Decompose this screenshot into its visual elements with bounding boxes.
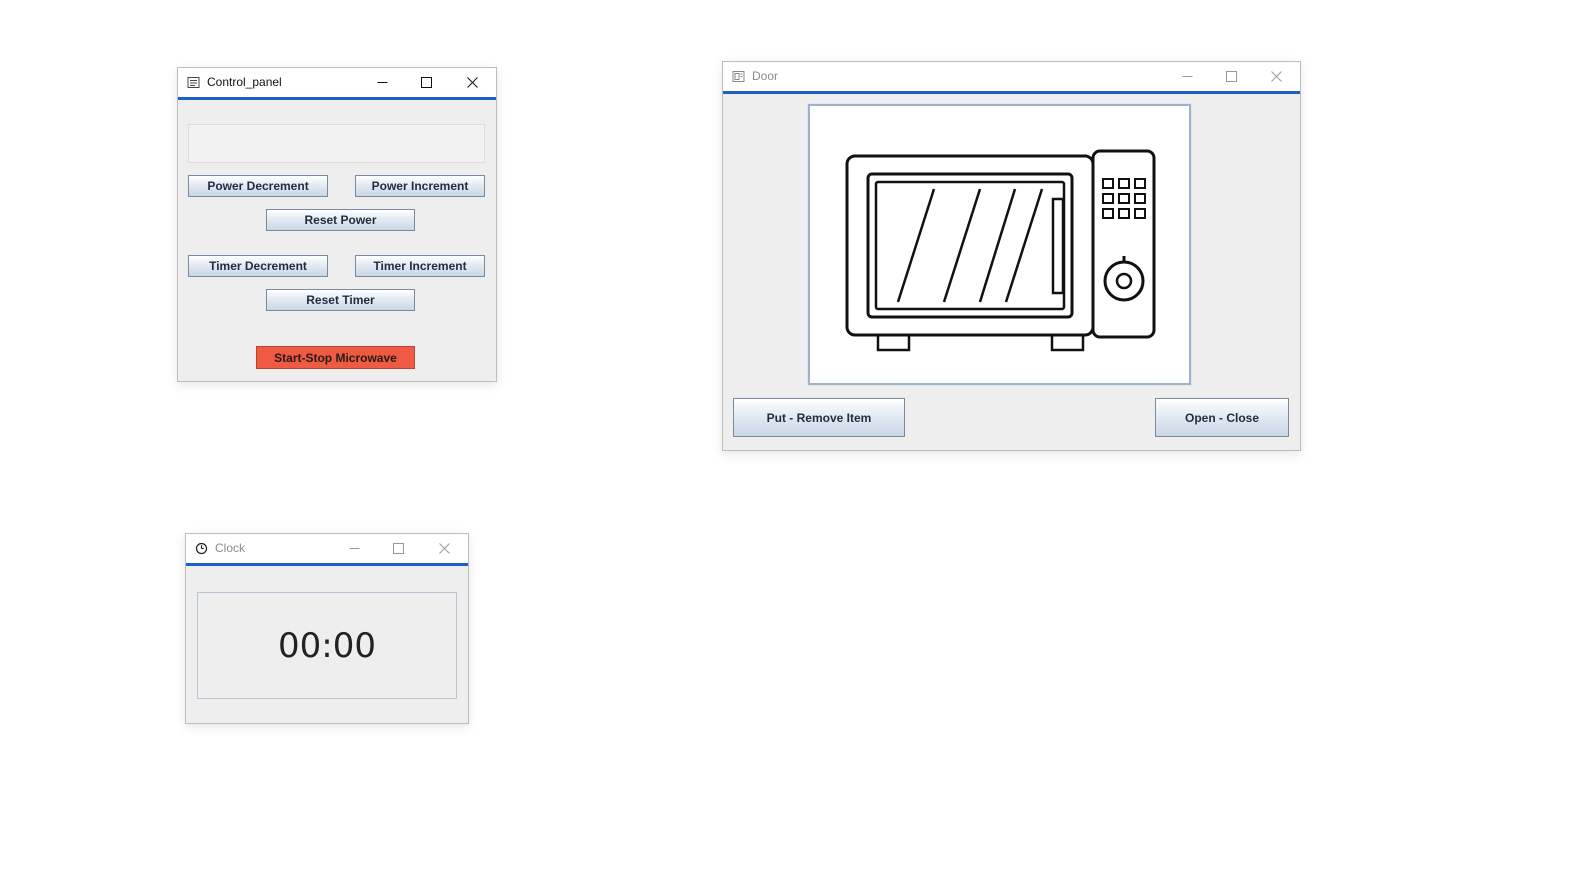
- window-title: Door: [752, 69, 779, 83]
- minimize-icon[interactable]: [332, 534, 376, 563]
- minimize-icon[interactable]: [1165, 62, 1209, 91]
- clock-time: 00:00: [278, 625, 376, 666]
- window-title: Control_panel: [207, 75, 282, 89]
- display-field: [188, 124, 485, 163]
- app-window-icon: [187, 76, 200, 89]
- power-decrement-button[interactable]: Power Decrement: [188, 175, 328, 197]
- microwave-icon: [845, 149, 1156, 352]
- open-close-button[interactable]: Open - Close: [1155, 398, 1289, 437]
- control-panel-window: Control_panel Power Decrement Power Incr…: [177, 67, 497, 382]
- put-remove-item-button[interactable]: Put - Remove Item: [733, 398, 905, 437]
- start-stop-microwave-button[interactable]: Start-Stop Microwave: [256, 346, 415, 369]
- reset-power-button[interactable]: Reset Power: [266, 209, 415, 231]
- door-window: Door Put - Remove Item Open - Close: [722, 61, 1301, 451]
- microwave-image-panel: [807, 103, 1192, 386]
- timer-increment-button[interactable]: Timer Increment: [355, 255, 485, 277]
- clock-icon: [195, 542, 208, 555]
- timer-decrement-button[interactable]: Timer Decrement: [188, 255, 328, 277]
- close-icon[interactable]: [422, 534, 466, 563]
- clock-window: Clock 00:00: [185, 533, 469, 724]
- window-title: Clock: [215, 541, 246, 555]
- clock-display-panel: 00:00: [197, 592, 457, 699]
- maximize-icon[interactable]: [404, 68, 448, 97]
- control-panel-titlebar[interactable]: Control_panel: [178, 68, 496, 100]
- app-window-icon: [732, 70, 745, 83]
- minimize-icon[interactable]: [360, 68, 404, 97]
- reset-timer-button[interactable]: Reset Timer: [266, 289, 415, 311]
- door-titlebar[interactable]: Door: [723, 62, 1300, 94]
- close-icon[interactable]: [450, 68, 494, 97]
- power-increment-button[interactable]: Power Increment: [355, 175, 485, 197]
- maximize-icon[interactable]: [376, 534, 420, 563]
- clock-titlebar[interactable]: Clock: [186, 534, 468, 566]
- maximize-icon[interactable]: [1209, 62, 1253, 91]
- close-icon[interactable]: [1254, 62, 1298, 91]
